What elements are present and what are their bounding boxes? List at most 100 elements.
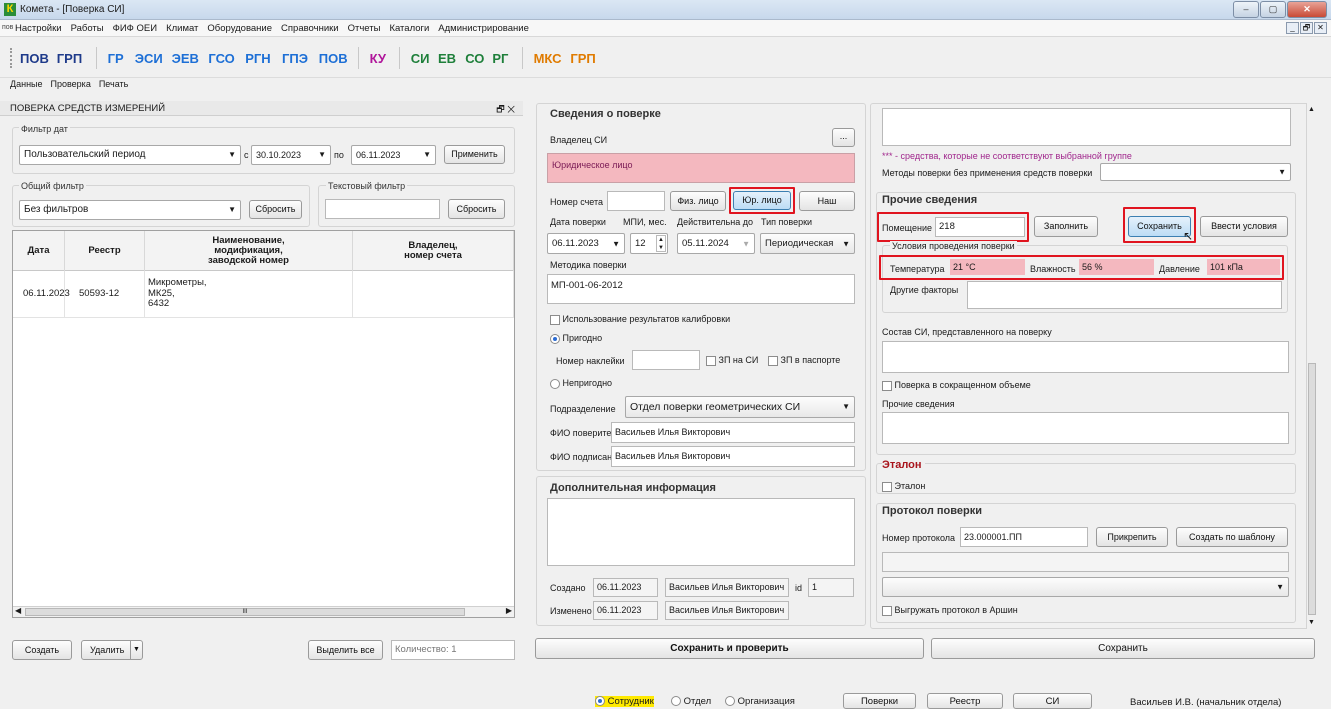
common-filter-select[interactable]: Без фильтров ▼ — [19, 200, 241, 220]
dropdown-arrow-icon[interactable]: ▼ — [130, 641, 142, 659]
protocol-select[interactable]: ▼ — [882, 577, 1289, 597]
checkbox-icon[interactable] — [882, 605, 892, 616]
other-info-textarea[interactable] — [882, 412, 1289, 444]
pressure-field[interactable]: 101 кПа — [1207, 259, 1280, 275]
menu-item[interactable]: Климат — [166, 23, 198, 34]
radio-off-icon[interactable] — [550, 378, 560, 389]
toolbar-button[interactable]: ЭСИ — [135, 51, 163, 66]
mdi-minimize-icon[interactable]: _ — [1286, 22, 1299, 34]
menu-item[interactable]: ФИФ ОЕИ — [113, 23, 157, 34]
legal-entity-button[interactable]: Юр. лицо — [733, 191, 791, 210]
toolbar-button[interactable]: ГСО — [208, 51, 234, 66]
menu-item[interactable]: Настройки — [15, 23, 62, 34]
department-select[interactable]: Отдел поверки геометрических СИ ▼ — [625, 396, 855, 418]
date-from-input[interactable]: 30.10.2023 ▼ — [251, 145, 331, 165]
attach-button[interactable]: Прикрепить — [1096, 527, 1168, 547]
other-factors-input[interactable] — [967, 281, 1282, 309]
toolbar-button[interactable]: ГПЭ — [282, 51, 308, 66]
panel-float-close-icon[interactable]: 🗗 ✕ — [496, 102, 515, 118]
owner-select-button[interactable]: ... — [832, 128, 855, 147]
delete-button[interactable]: Удалить ▼ — [81, 640, 143, 660]
account-input[interactable] — [607, 191, 665, 211]
toolbar-button[interactable]: СО — [465, 51, 484, 66]
scope-dept-radio[interactable]: Отдел — [671, 696, 711, 707]
menu-item[interactable]: Отчеты — [348, 23, 381, 34]
radio-on-icon[interactable] — [595, 696, 605, 707]
col-date-header[interactable]: Дата — [13, 231, 65, 271]
period-select[interactable]: Пользовательский период ▼ — [19, 145, 241, 165]
toolbar-button[interactable]: КУ — [370, 51, 386, 66]
create-button[interactable]: Создать — [12, 640, 72, 660]
toolbar-button[interactable]: ГРП — [570, 51, 595, 66]
menu-item[interactable]: Справочники — [281, 23, 339, 34]
save-button[interactable]: Сохранить — [931, 638, 1315, 659]
horizontal-scrollbar[interactable]: ◀ III ▶ — [13, 606, 514, 617]
checks-button[interactable]: Поверки — [843, 693, 916, 709]
checkbox-icon[interactable] — [768, 355, 778, 366]
valid-until-input[interactable]: 05.11.2024 ▼ — [677, 233, 755, 254]
minimize-icon[interactable]: – — [1233, 1, 1259, 18]
scroll-right-icon[interactable]: ▶ — [506, 606, 512, 615]
toolbar-button[interactable]: ГРП — [57, 51, 82, 66]
subtab-item[interactable]: Данные — [10, 79, 43, 89]
radio-on-icon[interactable] — [550, 333, 560, 344]
scroll-left-icon[interactable]: ◀ — [15, 606, 21, 615]
menu-item[interactable]: Администрирование — [438, 23, 529, 34]
menu-item[interactable]: Работы — [71, 23, 104, 34]
temperature-field[interactable]: 21 °C — [950, 259, 1025, 275]
checkbox-icon[interactable] — [550, 314, 560, 325]
enter-conditions-button[interactable]: Ввести условия — [1200, 216, 1288, 237]
fit-radio[interactable]: Пригодно — [550, 333, 602, 344]
additional-info-textarea[interactable] — [547, 498, 855, 566]
toolbar-button[interactable]: ЭЕВ — [172, 51, 199, 66]
toolbar-button[interactable]: РГ — [492, 51, 508, 66]
radio-off-icon[interactable] — [671, 696, 681, 707]
methods-select[interactable]: ▼ — [1100, 163, 1291, 181]
composition-textarea[interactable] — [882, 341, 1289, 373]
toolbar-button[interactable]: ЕВ — [438, 51, 456, 66]
fill-button[interactable]: Заполнить — [1034, 216, 1098, 237]
checkbox-icon[interactable] — [706, 355, 716, 366]
save-room-button[interactable]: Сохранить — [1128, 216, 1191, 237]
registry-button[interactable]: Реестр — [927, 693, 1003, 709]
col-name-header[interactable]: Наименование, модификация, заводской ном… — [145, 231, 353, 271]
etalon-checkbox[interactable]: Эталон — [882, 481, 925, 492]
mdi-close-icon[interactable]: ✕ — [1314, 22, 1327, 34]
reset-text-filter-button[interactable]: Сбросить — [448, 199, 505, 219]
mpi-spinner[interactable]: 12 ▲ ▼ — [630, 233, 668, 254]
zp-passport-checkbox[interactable]: ЗП в паспорте — [768, 355, 840, 366]
scope-org-radio[interactable]: Организация — [725, 696, 795, 707]
spinner-icon[interactable]: ▲ ▼ — [656, 235, 666, 252]
toolbar-button[interactable]: СИ — [411, 51, 430, 66]
scroll-up-icon[interactable]: ▲ — [1308, 106, 1315, 113]
reset-common-filter-button[interactable]: Сбросить — [249, 200, 302, 219]
individual-button[interactable]: Физ. лицо — [670, 191, 726, 211]
verifier-field[interactable]: Васильев Илья Викторович — [611, 422, 855, 443]
verification-date-input[interactable]: 06.11.2023 ▼ — [547, 233, 625, 254]
sticker-input[interactable] — [632, 350, 700, 370]
owner-field[interactable]: Юридическое лицо — [547, 153, 855, 183]
create-from-template-button[interactable]: Создать по шаблону — [1176, 527, 1288, 547]
scroll-thumb[interactable] — [1308, 363, 1316, 615]
apply-button[interactable]: Применить — [444, 145, 505, 164]
toolbar-button[interactable]: ПОВ — [20, 51, 49, 66]
vertical-scrollbar[interactable]: ▲ ▼ — [1306, 103, 1317, 629]
col-owner-header[interactable]: Владелец, номер счета — [353, 231, 514, 271]
date-to-input[interactable]: 06.11.2023 ▼ — [351, 145, 436, 165]
equipment-textarea[interactable] — [882, 108, 1291, 146]
unfit-radio[interactable]: Непригодно — [550, 378, 612, 389]
arshin-checkbox[interactable]: Выгружать протокол в Аршин — [882, 605, 1018, 616]
close-icon[interactable]: ✕ — [1287, 1, 1327, 18]
toolbar-button[interactable]: ПОВ — [319, 51, 348, 66]
reduced-scope-checkbox[interactable]: Поверка в сокращенном объеме — [882, 380, 1031, 391]
menu-item[interactable]: Каталоги — [389, 23, 429, 34]
toolbar-button[interactable]: ГР — [108, 51, 124, 66]
signer-field[interactable]: Васильев Илья Викторович — [611, 446, 855, 467]
own-button[interactable]: Наш — [799, 191, 855, 211]
scope-employee-radio[interactable]: Сотрудник — [595, 696, 654, 707]
humidity-field[interactable]: 56 % — [1079, 259, 1154, 275]
si-button[interactable]: СИ — [1013, 693, 1092, 709]
method-field[interactable]: МП-001-06-2012 — [547, 274, 855, 304]
subtab-item[interactable]: Печать — [99, 79, 128, 89]
maximize-icon[interactable]: ▢ — [1260, 1, 1286, 18]
